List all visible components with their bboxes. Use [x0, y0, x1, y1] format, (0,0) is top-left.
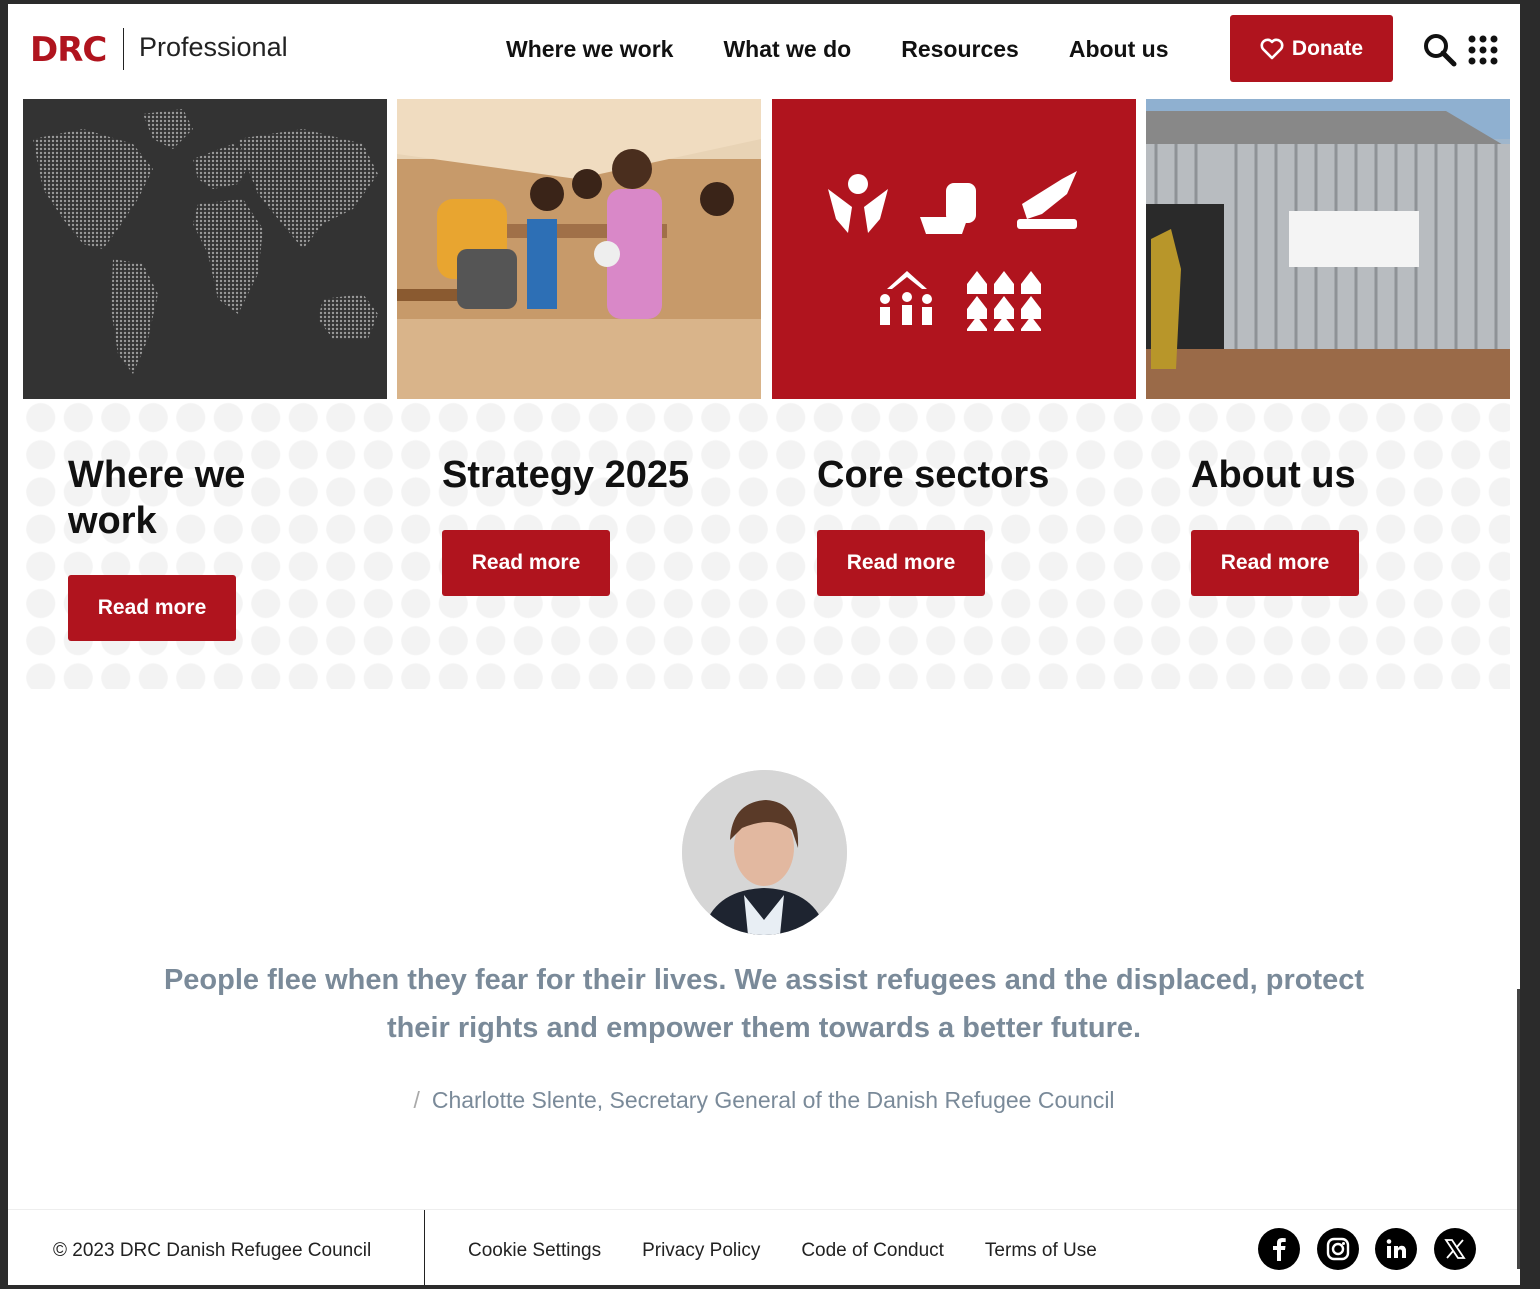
search-icon[interactable] [1422, 32, 1458, 68]
footer-link-privacy-policy[interactable]: Privacy Policy [642, 1240, 760, 1262]
footer-link-cookie-settings[interactable]: Cookie Settings [468, 1240, 601, 1262]
x-icon[interactable] [1434, 1228, 1476, 1270]
card-title-about-us: About us [1191, 454, 1356, 496]
nav-resources[interactable]: Resources [901, 36, 1019, 63]
avatar [682, 770, 847, 935]
drc-logo[interactable]: DRC [30, 30, 107, 70]
browser-window: DRC Professional Where we work What we d… [8, 4, 1520, 1285]
logo-subtitle: Professional [139, 32, 288, 62]
shelter-photo[interactable] [1146, 99, 1510, 399]
world-map-image[interactable] [23, 99, 387, 399]
quote-text: People flee when they fear for their liv… [163, 964, 1365, 1044]
card-title-strategy-2025: Strategy 2025 [442, 454, 690, 496]
core-sectors-image[interactable] [772, 99, 1136, 399]
quote-attribution: / Charlotte Slente, Secretary General of … [158, 1087, 1370, 1114]
site-footer: © 2023 DRC Danish Refugee Council Cookie… [8, 1209, 1520, 1285]
footer-link-code-of-conduct[interactable]: Code of Conduct [801, 1240, 944, 1262]
read-more-strategy-button[interactable]: Read more [442, 530, 610, 596]
footer-links: Cookie Settings Privacy Policy Code of C… [468, 1240, 1138, 1262]
instagram-icon[interactable] [1317, 1228, 1359, 1270]
scrollbar[interactable] [1517, 989, 1520, 1269]
read-more-core-sectors-button[interactable]: Read more [817, 530, 985, 596]
copyright-text: © 2023 DRC Danish Refugee Council [53, 1240, 372, 1261]
read-more-where-we-work-button[interactable]: Read more [68, 575, 236, 641]
attribution-slash: / [413, 1087, 420, 1113]
site-header: DRC Professional Where we work What we d… [8, 4, 1520, 99]
footer-link-terms-of-use[interactable]: Terms of Use [985, 1240, 1097, 1262]
card-title-where-we-work: Where we work [68, 454, 246, 542]
logo-divider [123, 28, 124, 70]
card-title-core-sectors: Core sectors [817, 454, 1050, 496]
nav-where-we-work[interactable]: Where we work [506, 36, 673, 63]
classroom-photo[interactable] [397, 99, 761, 399]
nav-about-us[interactable]: About us [1069, 36, 1169, 63]
linkedin-icon[interactable] [1375, 1228, 1417, 1270]
facebook-icon[interactable] [1258, 1228, 1300, 1270]
apps-grid-icon[interactable] [1468, 34, 1498, 66]
donate-label: Donate [1291, 36, 1364, 60]
heart-icon [1260, 38, 1284, 59]
nav-what-we-do[interactable]: What we do [723, 36, 851, 63]
donate-button[interactable]: Donate [1230, 15, 1393, 82]
read-more-about-us-button[interactable]: Read more [1191, 530, 1359, 596]
main-nav: Where we work What we do Resources About… [506, 36, 1219, 63]
attribution-text: Charlotte Slente, Secretary General of t… [431, 1087, 1115, 1113]
footer-divider [424, 1210, 425, 1285]
